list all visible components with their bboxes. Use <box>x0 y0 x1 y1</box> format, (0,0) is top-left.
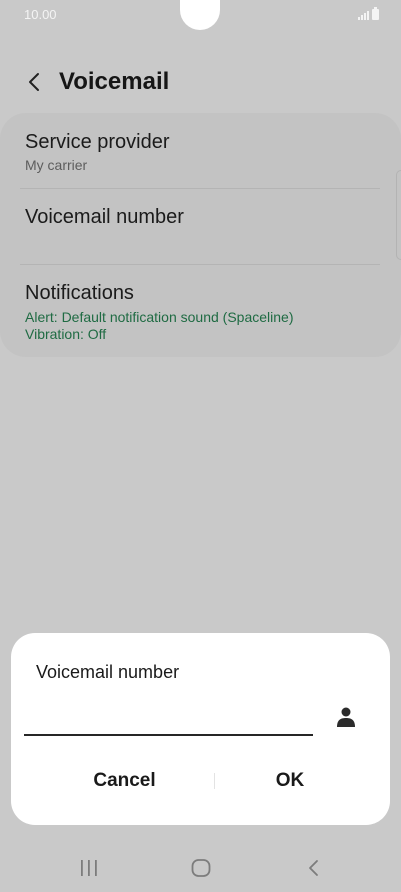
navigation-bar <box>0 842 401 892</box>
setting-title: Service provider <box>25 131 170 153</box>
divider <box>20 264 380 265</box>
notification-alert: Alert: Default notification sound (Space… <box>25 309 294 325</box>
chevron-left-icon[interactable] <box>24 71 46 93</box>
contact-person-icon[interactable] <box>336 706 356 728</box>
status-time: 10.00 <box>24 7 57 22</box>
notification-vibration: Vibration: Off <box>25 326 107 342</box>
back-icon <box>309 860 318 876</box>
status-bar: 10.00 <box>0 0 401 30</box>
setting-notifications[interactable]: Notifications Alert: Default notificatio… <box>25 282 381 343</box>
setting-service-provider[interactable]: Service provider My carrier <box>25 131 381 173</box>
settings-list: Service provider My carrier Voicemail nu… <box>0 113 401 357</box>
app-header: Voicemail <box>0 62 401 102</box>
camera-notch <box>180 0 220 30</box>
page-title: Voicemail <box>59 68 170 95</box>
cancel-button[interactable]: Cancel <box>36 758 213 804</box>
home-button[interactable] <box>189 856 213 880</box>
nav-back-button[interactable] <box>302 856 326 880</box>
signal-icon <box>358 10 369 20</box>
setting-title: Voicemail number <box>25 206 184 228</box>
home-icon <box>191 859 211 877</box>
dialog-title: Voicemail number <box>36 662 180 682</box>
recent-apps-button[interactable] <box>77 856 101 880</box>
battery-icon <box>372 7 379 20</box>
voicemail-number-input[interactable] <box>24 700 313 736</box>
setting-voicemail-number[interactable]: Voicemail number <box>25 206 381 229</box>
status-icons <box>358 7 379 20</box>
recent-apps-icon <box>81 860 97 876</box>
setting-subtitle: My carrier <box>25 157 88 173</box>
ok-button[interactable]: OK <box>214 758 366 804</box>
divider <box>20 188 380 189</box>
setting-title: Notifications <box>25 282 134 304</box>
scroll-indicator[interactable] <box>396 170 401 260</box>
